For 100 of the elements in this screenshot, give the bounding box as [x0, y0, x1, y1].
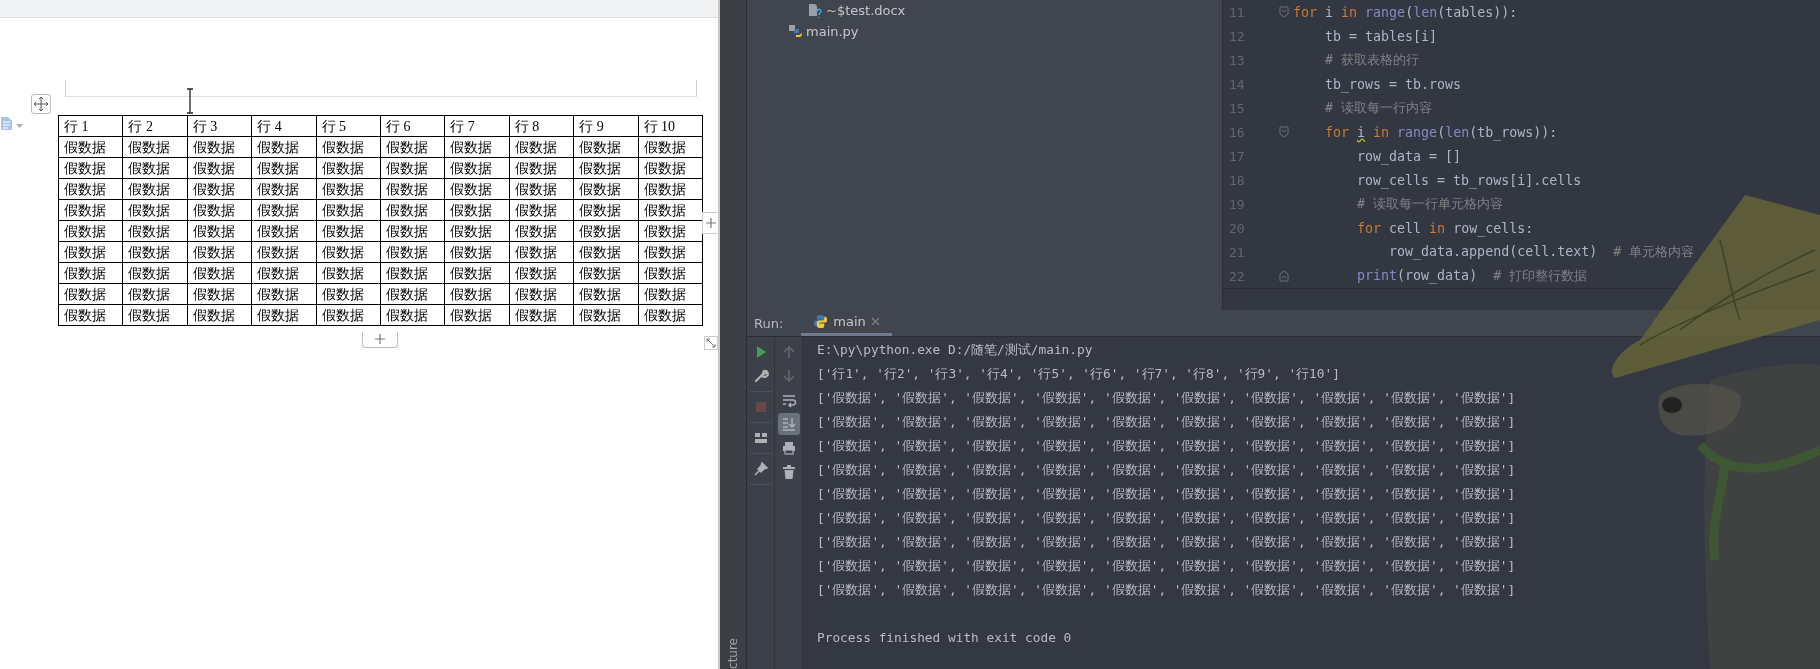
console-output-line: ['假数据', '假数据', '假数据', '假数据', '假数据', '假数据', '假数据', '假数据', '假数据', '假数据']	[817, 485, 1516, 503]
console-output-line: ['假数据', '假数据', '假数据', '假数据', '假数据', '假数据', '假数据', '假数据', '假数据', '假数据']	[817, 413, 1516, 431]
run-label: Run:	[754, 315, 784, 331]
table-cell: 假数据	[509, 262, 574, 284]
table-header-cell: 行 3	[187, 115, 252, 137]
table-cell: 假数据	[509, 136, 574, 158]
document-icon[interactable]	[0, 116, 13, 131]
table-cell: 假数据	[444, 262, 510, 284]
fold-icon[interactable]	[1279, 6, 1289, 18]
move-arrows-icon	[33, 96, 49, 112]
table-cell: 假数据	[58, 199, 123, 221]
table-cell: 假数据	[380, 178, 445, 200]
code-line: print(row_data) # 打印整行数据	[1356, 267, 1588, 285]
code-line: for i in range(len(tables)):	[1293, 4, 1518, 20]
table-cell: 假数据	[58, 220, 123, 242]
table-cell: 假数据	[573, 136, 638, 158]
table-cell: 假数据	[444, 283, 510, 305]
table-cell: 假数据	[251, 304, 317, 326]
code-line: for cell in row_cells:	[1356, 220, 1534, 236]
table-cell: 假数据	[573, 220, 638, 242]
table-cell: 假数据	[58, 262, 123, 284]
console-output-line: ['假数据', '假数据', '假数据', '假数据', '假数据', '假数据', '假数据', '假数据', '假数据', '假数据']	[817, 533, 1516, 551]
scroll-to-end-icon	[780, 416, 797, 432]
table-header-cell: 行 9	[573, 115, 638, 137]
file-name[interactable]: ~$test.docx	[826, 3, 906, 18]
table-cell: 假数据	[509, 304, 574, 326]
down-arrow-icon	[780, 368, 797, 384]
table-cell: 假数据	[573, 199, 638, 221]
table-cell: 假数据	[573, 178, 638, 200]
console-output-line: ['假数据', '假数据', '假数据', '假数据', '假数据', '假数据', '假数据', '假数据', '假数据', '假数据']	[817, 461, 1516, 479]
add-column-button[interactable]	[702, 212, 718, 234]
table-cell: 假数据	[251, 262, 317, 284]
table-header-cell: 行 10	[638, 115, 703, 137]
table-cell: 假数据	[638, 283, 703, 305]
table-cell: 假数据	[251, 136, 317, 158]
table-cell: 假数据	[509, 283, 574, 305]
table-cell: 假数据	[444, 199, 510, 221]
table-cell: 假数据	[187, 241, 252, 263]
python-file-icon	[787, 23, 803, 40]
table-cell: 假数据	[316, 262, 381, 284]
table-cell: 假数据	[638, 178, 703, 200]
table-header-cell: 行 7	[444, 115, 510, 137]
table-cell: 假数据	[122, 283, 188, 305]
plus-icon	[375, 333, 385, 344]
toolbar-button[interactable]	[777, 413, 800, 435]
resize-handle-icon[interactable]	[704, 336, 718, 350]
table-cell: 假数据	[638, 304, 703, 326]
table-cell: 假数据	[316, 241, 381, 263]
table-cell: 假数据	[58, 241, 123, 263]
wrench-icon	[752, 368, 769, 384]
printer-icon	[780, 440, 797, 456]
table-cell: 假数据	[509, 157, 574, 179]
table-cell: 假数据	[638, 241, 703, 263]
table-cell: 假数据	[122, 241, 188, 263]
python-icon	[813, 314, 829, 329]
table-cell: 假数据	[444, 304, 510, 326]
table-header-cell: 行 4	[251, 115, 317, 137]
fold-icon[interactable]	[1279, 270, 1289, 282]
close-icon[interactable]	[870, 317, 880, 326]
soft-wrap-icon	[780, 392, 797, 408]
code-line: row_data = []	[1356, 148, 1462, 164]
layout-icon	[752, 430, 769, 446]
table-cell: 假数据	[251, 283, 317, 305]
table-cell: 假数据	[380, 199, 445, 221]
table-cell: 假数据	[251, 220, 317, 242]
table-cell: 假数据	[573, 262, 638, 284]
console-output-line: E:\py\python.exe D:/随笔/测试/main.py	[817, 341, 1094, 359]
fold-icon[interactable]	[1279, 126, 1289, 138]
console-output-line: ['行1', '行2', '行3', '行4', '行5', '行6', '行7', '行8', '行9', '行10']	[817, 365, 1341, 383]
table-cell: 假数据	[316, 304, 381, 326]
table-cell: 假数据	[380, 241, 445, 263]
console-output-line: ['假数据', '假数据', '假数据', '假数据', '假数据', '假数据', '假数据', '假数据', '假数据', '假数据']	[817, 389, 1516, 407]
table-cell: 假数据	[509, 178, 574, 200]
table-cell: 假数据	[58, 304, 123, 326]
run-tab[interactable]: main	[801, 310, 892, 336]
table-cell: 假数据	[444, 178, 510, 200]
table-cell: 假数据	[122, 178, 188, 200]
code-line: row_data.append(cell.text) # 单元格内容	[1388, 243, 1695, 261]
table-cell: 假数据	[316, 178, 381, 200]
trash-icon	[780, 464, 797, 480]
table-cell: 假数据	[122, 199, 188, 221]
table-cell: 假数据	[316, 136, 381, 158]
table-move-handle[interactable]	[31, 94, 51, 114]
file-name[interactable]: main.py	[806, 24, 859, 39]
add-row-button[interactable]	[362, 332, 398, 348]
table-cell: 假数据	[444, 136, 510, 158]
table-cell: 假数据	[638, 157, 703, 179]
table-cell: 假数据	[187, 157, 252, 179]
caret-icon[interactable]	[16, 124, 23, 128]
table-cell: 假数据	[187, 304, 252, 326]
table-cell: 假数据	[122, 157, 188, 179]
table-cell: 假数据	[122, 262, 188, 284]
structure-tab[interactable]: cture	[726, 636, 740, 669]
table-cell: 假数据	[316, 199, 381, 221]
table-cell: 假数据	[380, 283, 445, 305]
table-cell: 假数据	[187, 283, 252, 305]
table-cell: 假数据	[187, 199, 252, 221]
table-cell: 假数据	[251, 199, 317, 221]
table-cell: 假数据	[573, 157, 638, 179]
table-header-cell: 行 2	[122, 115, 188, 137]
